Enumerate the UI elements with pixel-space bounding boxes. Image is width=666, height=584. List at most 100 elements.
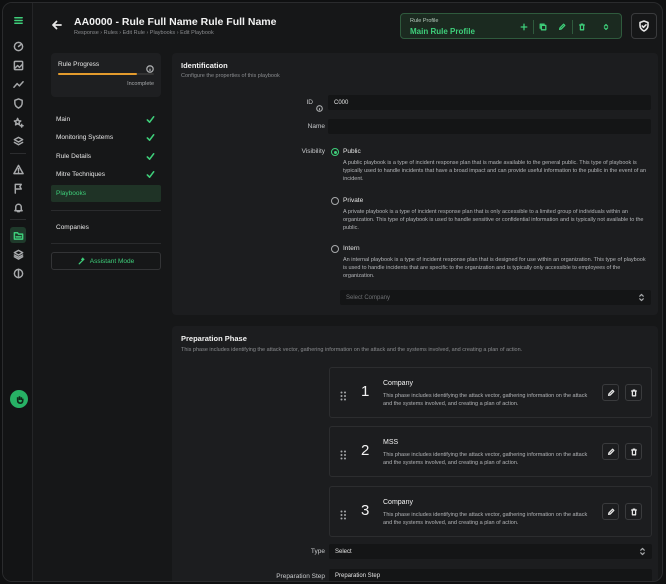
add-icon[interactable] (518, 21, 530, 33)
step-title: MSS (383, 439, 399, 446)
preparation-step-card[interactable]: 2 MSS This phase includes identifying th… (329, 426, 652, 477)
alert-icon[interactable] (10, 161, 26, 177)
chevron-updown-icon[interactable] (600, 21, 612, 33)
stack-icon[interactable] (10, 246, 26, 262)
preparation-title: Preparation Phase (181, 334, 247, 343)
delete-icon (630, 508, 637, 515)
rail-divider (10, 153, 26, 154)
preparation-description: This phase includes identifying the atta… (181, 347, 523, 353)
edit-step-button[interactable] (602, 503, 619, 520)
flag-icon[interactable] (10, 180, 26, 196)
preparation-step-card[interactable]: 1 Company This phase includes identifyin… (329, 367, 652, 418)
stars-icon[interactable] (10, 114, 26, 130)
step-title: Company (383, 380, 413, 387)
delete-icon (630, 389, 637, 396)
delete-icon[interactable] (576, 21, 588, 33)
shield-check-icon (639, 20, 649, 32)
drag-handle-icon[interactable] (340, 507, 348, 520)
dashboard-icon[interactable] (10, 38, 26, 54)
company-select[interactable]: Select Company (340, 290, 651, 305)
name-field[interactable] (328, 119, 651, 134)
progress-status: Incomplete (127, 81, 154, 87)
back-arrow-icon[interactable] (51, 18, 65, 32)
name-label: Name (307, 123, 325, 130)
assistant-mode-label: Assistant Mode (89, 257, 135, 265)
visibility-radio-private[interactable] (331, 197, 339, 205)
type-select[interactable]: Select (329, 544, 652, 559)
delete-step-button[interactable] (625, 503, 642, 520)
profile-label: Rule Profile (410, 18, 439, 24)
edit-icon (607, 448, 614, 455)
identification-title: Identification (181, 61, 228, 70)
visibility-option-label: Intern (343, 245, 360, 252)
delete-step-button[interactable] (625, 443, 642, 460)
step-title: Company (383, 499, 413, 506)
contrast-icon[interactable] (10, 265, 26, 281)
shield-icon[interactable] (10, 95, 26, 111)
info-icon[interactable] (146, 60, 154, 73)
delete-icon (630, 448, 637, 455)
chevron-updown-icon (638, 293, 646, 302)
check-icon (146, 133, 155, 142)
preparation-step-field[interactable]: Preparation Step (329, 569, 652, 581)
app-window: AA0000 - Rule Full Name Rule Full Name R… (2, 2, 663, 582)
image-icon[interactable] (10, 57, 26, 73)
edit-step-button[interactable] (602, 443, 619, 460)
profile-divider (533, 20, 534, 34)
nav-divider (51, 243, 161, 244)
nav-item-mitre-techniques[interactable]: Mitre Techniques (51, 166, 161, 183)
visibility-label: Visibility (301, 148, 325, 155)
progress-fill (58, 73, 137, 75)
visibility-radio-public[interactable] (331, 148, 339, 156)
nav-item-rule-details[interactable]: Rule Details (51, 148, 161, 165)
assistant-mode-button[interactable]: Assistant Mode (51, 252, 161, 270)
edit-step-button[interactable] (602, 384, 619, 401)
check-icon (146, 152, 155, 161)
nav-item-label: Playbooks (56, 190, 86, 197)
chevron-updown-icon (639, 547, 647, 556)
icon-rail (3, 3, 33, 581)
nav-item-label: Companies (56, 224, 89, 231)
nav-item-playbooks[interactable]: Playbooks (51, 185, 161, 202)
profile-value: Main Rule Profile (410, 27, 475, 36)
bell-icon[interactable] (10, 199, 26, 215)
rule-progress-card: Rule Progress Incomplete (51, 53, 161, 97)
page-title: AA0000 - Rule Full Name Rule Full Name (74, 16, 277, 28)
nav-item-label: Mitre Techniques (56, 171, 106, 178)
visibility-radio-intern[interactable] (331, 245, 339, 253)
info-icon[interactable] (316, 99, 324, 112)
hand-icon[interactable] (10, 390, 28, 408)
edit-icon[interactable] (556, 21, 568, 33)
folder-icon[interactable] (10, 227, 26, 243)
layers-icon[interactable] (10, 133, 26, 149)
nav-item-companies[interactable]: Companies (51, 219, 161, 236)
company-select-placeholder: Select Company (346, 294, 391, 301)
rail-divider (10, 219, 26, 220)
step-number: 2 (361, 442, 370, 459)
step-description: This phase includes identifying the atta… (383, 393, 588, 407)
nav-item-monitoring-systems[interactable]: Monitoring Systems (51, 129, 161, 146)
step-number: 1 (361, 383, 370, 400)
drag-handle-icon[interactable] (340, 388, 348, 401)
nav-item-main[interactable]: Main (51, 111, 161, 128)
rule-profile-selector[interactable]: Rule Profile Main Rule Profile (400, 13, 622, 39)
id-field[interactable]: C000 (328, 95, 651, 110)
step-description: This phase includes identifying the atta… (383, 452, 588, 466)
preparation-step-card[interactable]: 3 Company This phase includes identifyin… (329, 486, 652, 537)
security-shield-button[interactable] (631, 13, 657, 39)
nav-item-label: Rule Details (56, 153, 92, 160)
delete-step-button[interactable] (625, 384, 642, 401)
progress-title: Rule Progress (58, 61, 100, 68)
edit-icon (607, 389, 614, 396)
check-icon (146, 170, 155, 179)
menu-icon[interactable] (10, 12, 26, 28)
visibility-option-description: A public playbook is a type of incident … (343, 160, 646, 182)
edit-icon (607, 508, 614, 515)
drag-handle-icon[interactable] (340, 447, 348, 460)
type-select-value: Select (335, 548, 352, 555)
step-number: 3 (361, 502, 370, 519)
copy-icon[interactable] (537, 21, 549, 33)
trend-icon[interactable] (10, 76, 26, 92)
nav-divider (51, 210, 161, 211)
visibility-option-description: An internal playbook is a type of incide… (343, 257, 646, 279)
